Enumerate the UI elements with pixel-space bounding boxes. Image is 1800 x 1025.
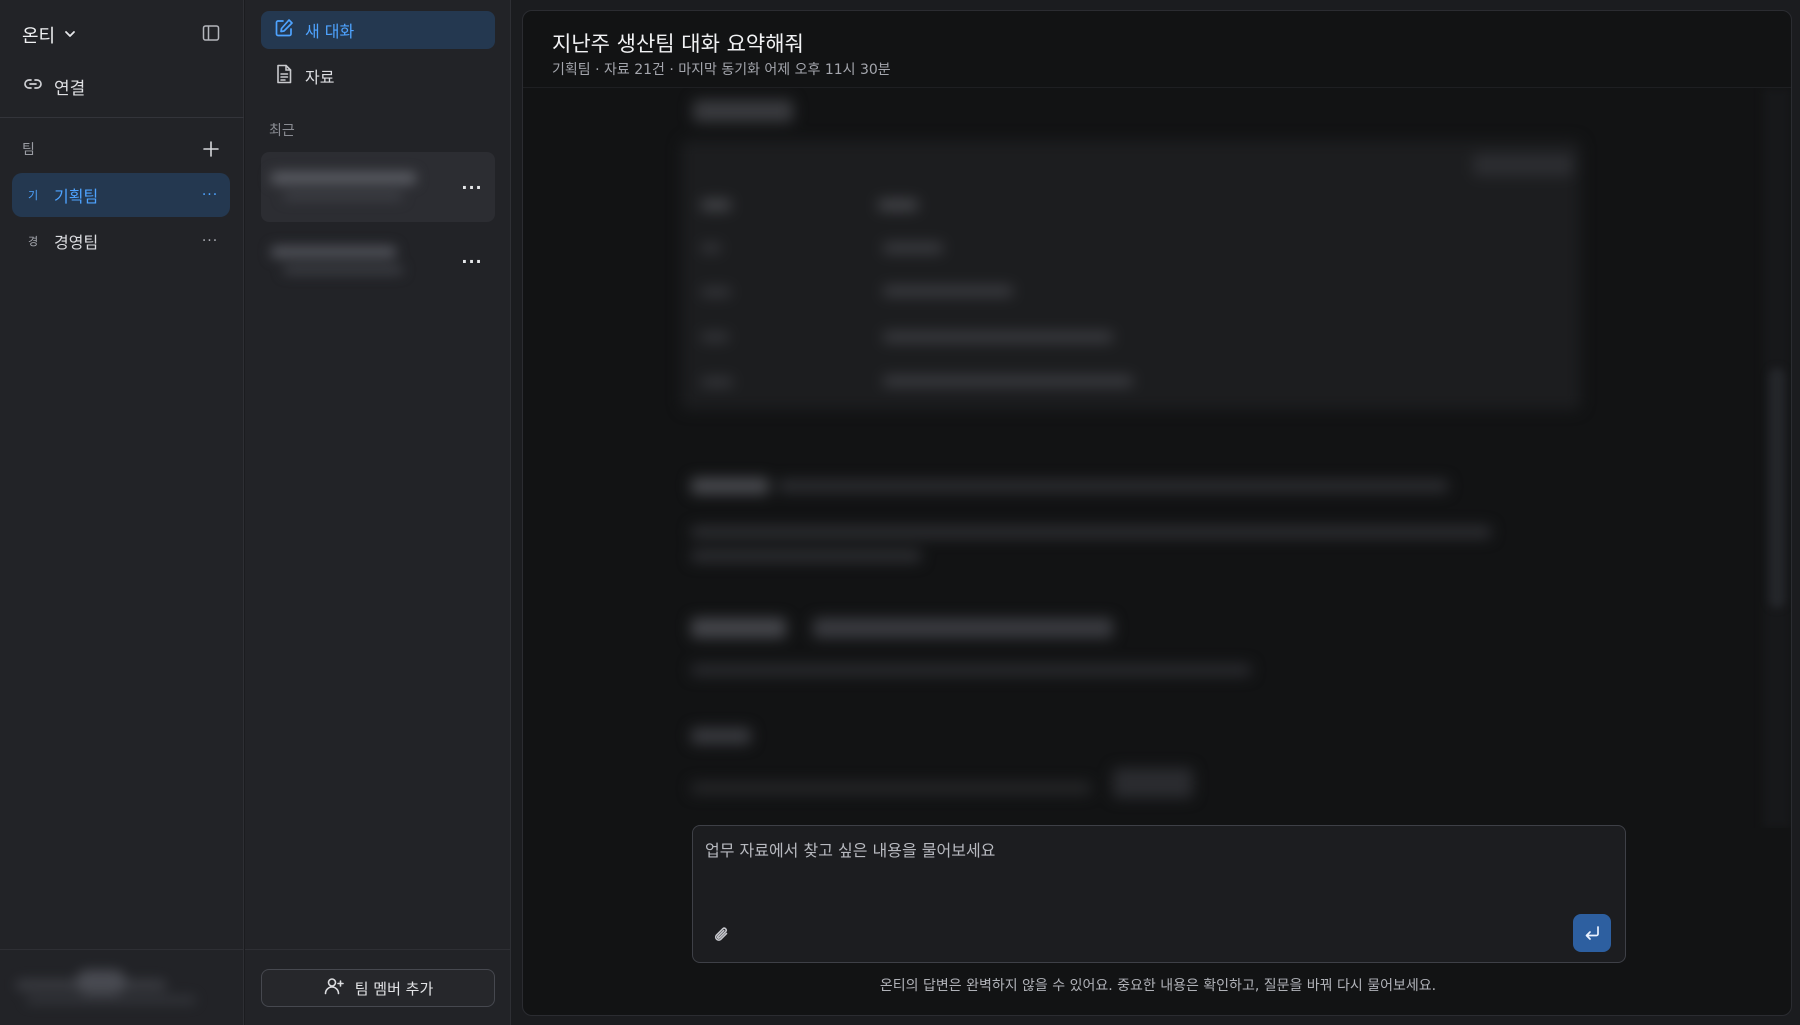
team-item-planning[interactable]: 기 기획팀 ··· xyxy=(12,173,230,217)
sidebar: 온티 연결 팀 기 기획팀 ··· 경 경영팀 ··· xyxy=(0,0,244,1025)
user-plus-icon xyxy=(323,975,345,1001)
recent-conversation-item[interactable]: ··· xyxy=(261,152,495,222)
workspace-switcher[interactable]: 온티 xyxy=(22,22,77,48)
sidebar-toggle-icon xyxy=(201,23,221,47)
conversation-panel: 새 대화 자료 최근 ··· ··· 팀 멤버 추가 xyxy=(245,0,511,1025)
connect-link[interactable]: 연결 xyxy=(22,72,85,100)
workspace-name: 온티 xyxy=(22,26,56,47)
documents-link[interactable]: 자료 xyxy=(261,57,495,95)
chat-title: 지난주 생산팀 대화 요약해줘 xyxy=(552,32,804,56)
disclaimer-text: 온티의 답변은 완벽하지 않을 수 있어요. 중요한 내용은 확인하고, 질문을… xyxy=(879,978,1437,994)
attach-button[interactable] xyxy=(709,922,735,948)
team-more-button[interactable]: ··· xyxy=(196,233,224,249)
team-name: 기획팀 xyxy=(54,187,99,206)
sidebar-toggle-button[interactable] xyxy=(198,22,224,48)
blurred-message-content xyxy=(523,88,1791,828)
document-icon xyxy=(273,63,295,89)
blurred-conversation-title xyxy=(271,240,421,280)
team-section-label: 팀 xyxy=(22,142,35,158)
message-input[interactable] xyxy=(705,838,1605,862)
recent-conversation-item[interactable]: ··· xyxy=(261,226,495,296)
sidebar-divider xyxy=(0,117,244,118)
new-chat-label: 새 대화 xyxy=(305,22,355,41)
user-profile-area[interactable] xyxy=(0,949,244,1025)
chat-main: 지난주 생산팀 대화 요약해줘 기획팀 · 자료 21건 · 마지막 동기화 어… xyxy=(522,10,1792,1016)
blurred-user-info xyxy=(16,966,216,1010)
team-name: 경영팀 xyxy=(54,233,99,252)
conversation-more-button[interactable]: ··· xyxy=(461,252,483,271)
team-badge: 경 xyxy=(27,235,39,248)
edit-icon xyxy=(273,17,295,43)
add-team-button[interactable] xyxy=(200,138,222,160)
app-window: 온티 연결 팀 기 기획팀 ··· 경 경영팀 ··· 새 대화 자료 최근 ·… xyxy=(0,0,1800,1025)
team-item-management[interactable]: 경 경영팀 ··· xyxy=(12,219,230,263)
recent-section-label: 최근 xyxy=(269,123,295,139)
plus-icon xyxy=(203,141,219,157)
add-team-member-button[interactable]: 팀 멤버 추가 xyxy=(261,969,495,1007)
connect-label: 연결 xyxy=(54,78,86,99)
message-composer xyxy=(692,825,1626,963)
paperclip-icon xyxy=(714,927,728,941)
chevron-down-icon xyxy=(63,25,77,46)
documents-label: 자료 xyxy=(305,68,335,87)
add-team-member-label: 팀 멤버 추가 xyxy=(354,979,434,998)
conversation-more-button[interactable]: ··· xyxy=(461,178,483,197)
team-more-button[interactable]: ··· xyxy=(196,187,224,203)
link-icon xyxy=(22,73,44,100)
enter-icon xyxy=(1585,926,1599,940)
workspace-row: 온티 xyxy=(0,0,244,70)
panel-divider xyxy=(245,949,511,950)
send-button[interactable] xyxy=(1573,914,1611,952)
team-badge: 기 xyxy=(27,189,39,202)
blurred-conversation-title xyxy=(271,166,421,206)
content-scroll-thumb[interactable] xyxy=(1769,368,1785,608)
team-section-header: 팀 xyxy=(22,138,222,160)
new-chat-button[interactable]: 새 대화 xyxy=(261,11,495,49)
chat-meta: 기획팀 · 자료 21건 · 마지막 동기화 어제 오후 11시 30분 xyxy=(552,62,891,78)
